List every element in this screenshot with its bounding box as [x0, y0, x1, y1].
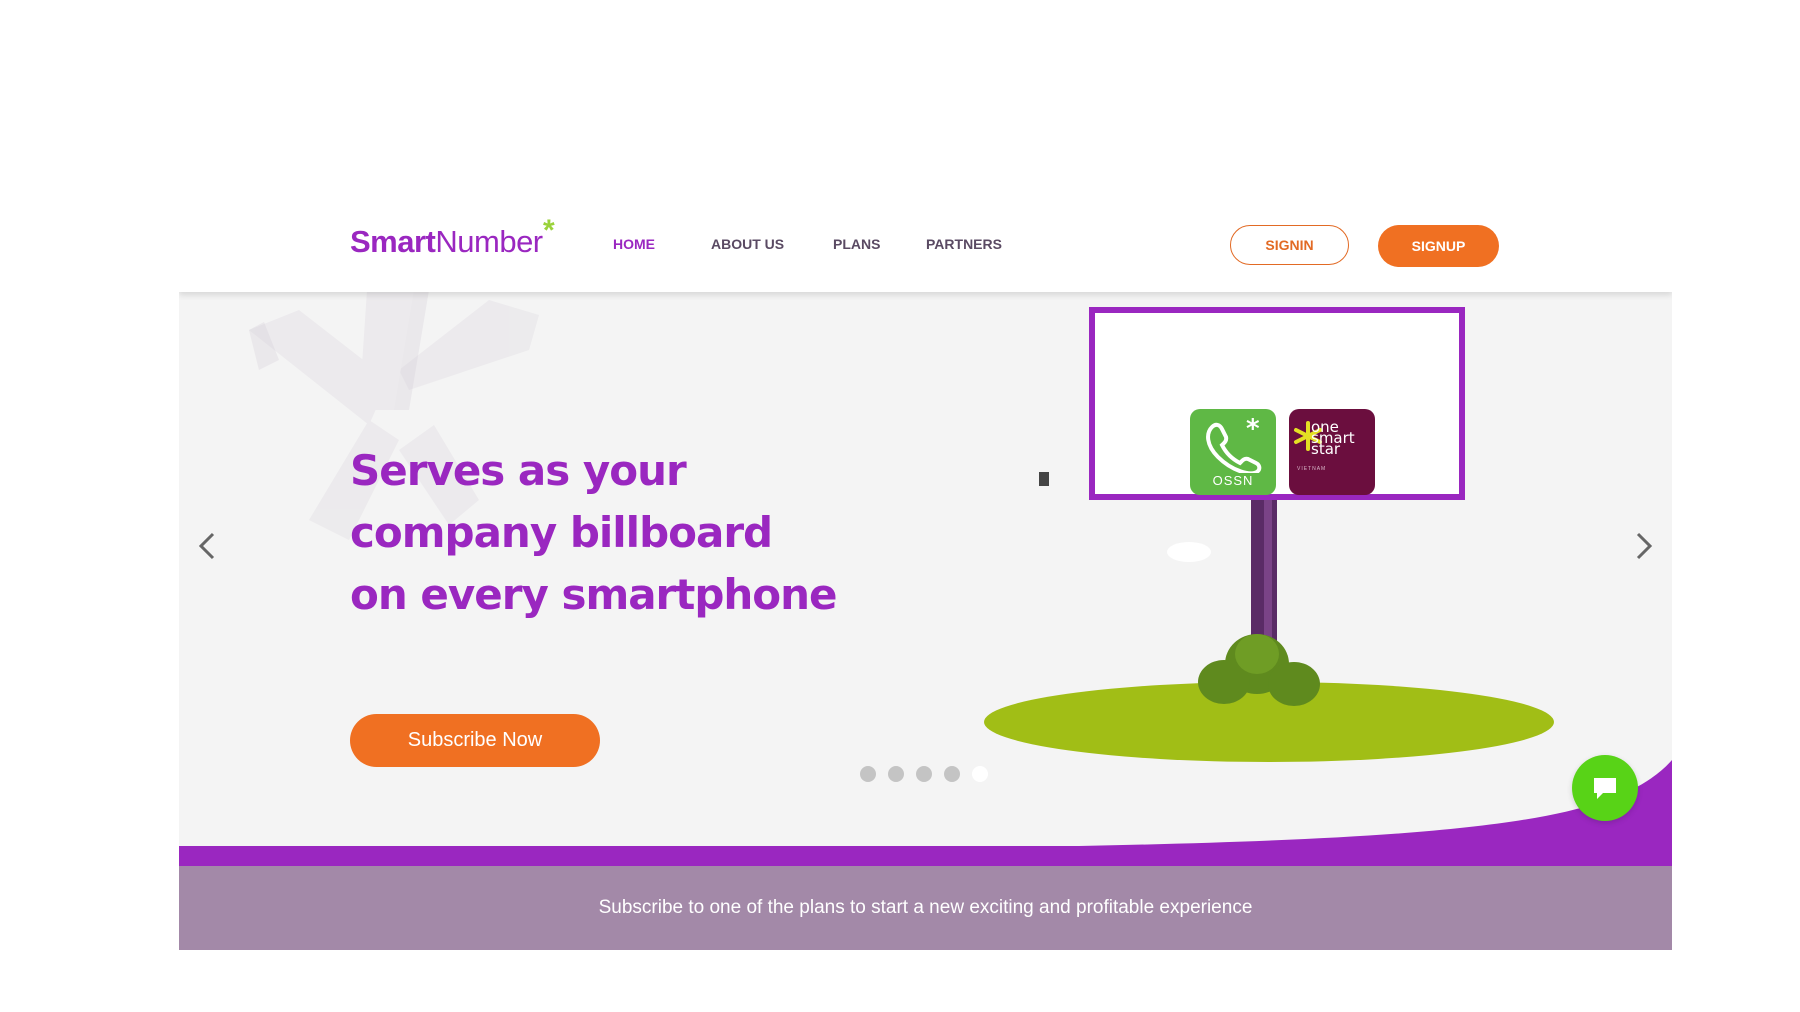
- page-frame: Smart Number * HOME ABOUT US PLANS PARTN…: [179, 200, 1672, 950]
- billboard-illustration: [984, 307, 1554, 762]
- chat-button[interactable]: [1572, 755, 1638, 821]
- logo-star-icon: *: [543, 214, 555, 247]
- carousel-next-button[interactable]: [1624, 528, 1660, 564]
- carousel-dot[interactable]: [888, 766, 904, 782]
- subscribe-info-band: Subscribe to one of the plans to start a…: [179, 866, 1672, 950]
- chevron-left-icon: [198, 532, 215, 560]
- hero-title-line: Serves as your: [350, 446, 687, 495]
- carousel-prev-button[interactable]: [191, 528, 227, 564]
- chevron-right-icon: [1636, 532, 1653, 560]
- hero-title: Serves as your company billboard on ever…: [350, 440, 910, 626]
- purple-band: [179, 846, 1672, 866]
- carousel-dot-active[interactable]: [972, 766, 988, 782]
- app2-sub: VIETNAM: [1297, 466, 1327, 472]
- hero-title-line: company billboard: [350, 508, 773, 557]
- signin-button[interactable]: SIGNIN: [1230, 225, 1349, 265]
- one-smart-star-text: one smart star: [1311, 420, 1355, 457]
- carousel-dot[interactable]: [916, 766, 932, 782]
- logo-text-number: Number: [435, 224, 543, 259]
- hero-title-line: on every smartphone: [350, 570, 838, 619]
- svg-text:*: *: [1246, 417, 1260, 444]
- subscribe-info-text: Subscribe to one of the plans to start a…: [598, 897, 1253, 918]
- phone-icon: *: [1206, 417, 1262, 473]
- signup-button[interactable]: SIGNUP: [1378, 225, 1499, 267]
- nav-home[interactable]: HOME: [613, 236, 655, 252]
- nav-plans[interactable]: PLANS: [833, 236, 880, 252]
- carousel-dots: [860, 766, 988, 782]
- logo-text-smart: Smart: [350, 224, 436, 259]
- carousel-dot[interactable]: [860, 766, 876, 782]
- ossn-app-tile: * OSSN: [1190, 409, 1276, 495]
- site-header: Smart Number * HOME ABOUT US PLANS PARTN…: [179, 200, 1672, 292]
- ossn-label: OSSN: [1212, 473, 1254, 488]
- one-smart-star-app-tile: one smart star VIETNAM: [1289, 409, 1375, 495]
- chat-bubble-icon: [1594, 778, 1616, 799]
- nav-about-us[interactable]: ABOUT US: [711, 236, 784, 252]
- carousel-dot[interactable]: [944, 766, 960, 782]
- nav-partners[interactable]: PARTNERS: [926, 236, 1002, 252]
- brand-logo[interactable]: Smart Number *: [350, 214, 555, 260]
